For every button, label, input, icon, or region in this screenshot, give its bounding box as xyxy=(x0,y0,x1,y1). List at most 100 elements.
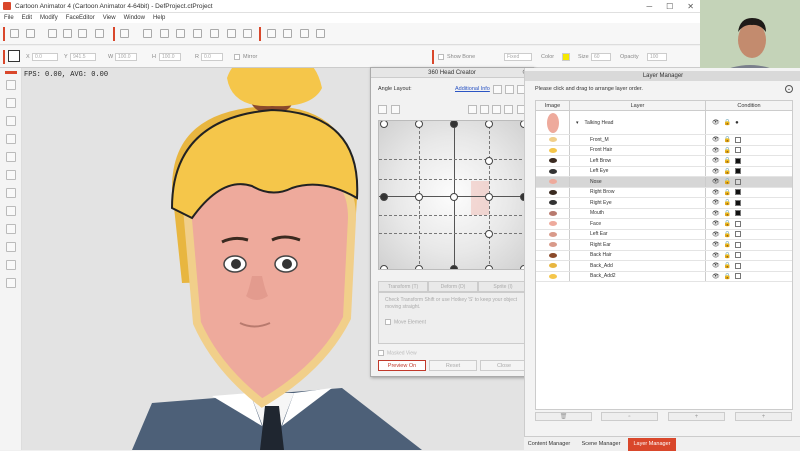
mirror-checkbox[interactable] xyxy=(234,54,240,60)
transform-tool-icon[interactable] xyxy=(6,98,16,108)
options-icon[interactable]: ⌄ xyxy=(785,85,793,93)
visibility-eye-icon[interactable]: 👁 xyxy=(712,168,720,175)
delete-layer-button[interactable]: 🗑 xyxy=(535,412,592,421)
visibility-eye-icon[interactable]: 👁 xyxy=(712,252,720,259)
add-layer-button[interactable]: + xyxy=(668,412,725,421)
brush-tool-icon[interactable] xyxy=(6,134,16,144)
color-swatch[interactable] xyxy=(562,53,570,61)
condition-icon[interactable] xyxy=(735,241,742,248)
layer-row-root[interactable]: ▾ Talking Head 👁 🔒 ● xyxy=(536,111,792,135)
tab-scene-manager[interactable]: Scene Manager xyxy=(576,438,626,451)
condition-icon[interactable] xyxy=(735,147,742,154)
layer-row[interactable]: Front_M 👁 🔒 xyxy=(536,135,792,146)
lock-icon[interactable]: 🔒 xyxy=(724,157,731,164)
condition-icon[interactable] xyxy=(735,210,742,217)
layer-row[interactable]: Right Eye 👁 🔒 xyxy=(536,198,792,209)
angle-point[interactable] xyxy=(485,157,493,165)
group-tool-icon[interactable] xyxy=(6,278,16,288)
visibility-eye-icon[interactable]: 👁 xyxy=(712,136,720,143)
angle-point-left[interactable] xyxy=(380,193,388,201)
tab-transform[interactable]: Transform (T) xyxy=(378,281,428,292)
collapse-icon[interactable] xyxy=(391,105,400,114)
condition-icon[interactable] xyxy=(735,262,742,269)
lock-icon[interactable]: 🔒 xyxy=(724,178,731,185)
menu-help[interactable]: Help xyxy=(153,15,165,21)
opacity-field[interactable]: 100 xyxy=(647,53,667,61)
tab-content-manager[interactable]: Content Manager xyxy=(524,438,574,451)
layer-row[interactable]: Left Eye 👁 🔒 xyxy=(536,166,792,177)
x-field[interactable]: 0.0 xyxy=(32,53,58,61)
angle-grid[interactable] xyxy=(378,120,528,270)
expand-icon[interactable] xyxy=(378,105,387,114)
angle-point[interactable] xyxy=(380,265,388,269)
lock-icon[interactable]: 🔒 xyxy=(724,210,731,217)
zoom-icon[interactable] xyxy=(300,29,309,38)
close-button[interactable]: Close xyxy=(480,360,528,371)
comment-icon[interactable] xyxy=(143,29,152,38)
camera-icon[interactable] xyxy=(160,29,169,38)
layer-row[interactable]: Right Ear 👁 🔒 xyxy=(536,240,792,251)
align-icon[interactable] xyxy=(468,105,477,114)
lock-icon[interactable]: 🔒 xyxy=(724,199,731,206)
angle-point[interactable] xyxy=(415,265,423,269)
redo-icon[interactable] xyxy=(26,29,35,38)
visibility-eye-icon[interactable]: 👁 xyxy=(712,273,720,280)
layer-row[interactable]: Front Hair 👁 🔒 xyxy=(536,145,792,156)
menu-modify[interactable]: Modify xyxy=(40,15,58,21)
close-window-button[interactable]: ✕ xyxy=(687,0,694,13)
condition-icon[interactable] xyxy=(735,168,742,175)
filter-icon[interactable] xyxy=(120,29,129,38)
lock-icon[interactable]: 🔒 xyxy=(724,262,731,269)
tab-deform[interactable]: Deform (D) xyxy=(428,281,478,292)
reset-button[interactable]: Reset xyxy=(429,360,477,371)
link-tool-icon[interactable] xyxy=(6,260,16,270)
layout-option-icon[interactable] xyxy=(505,85,514,94)
tab-layer-manager[interactable]: Layer Manager xyxy=(628,438,676,451)
lock-icon[interactable]: 🔒 xyxy=(724,168,731,175)
move-element-checkbox[interactable] xyxy=(385,319,391,325)
duplicate-layer-button[interactable]: ▫ xyxy=(601,412,658,421)
flip-icon[interactable] xyxy=(504,105,513,114)
maximize-button[interactable]: ☐ xyxy=(666,0,673,13)
link-icon[interactable] xyxy=(95,29,104,38)
layer-row[interactable]: Mouth 👁 🔒 xyxy=(536,208,792,219)
condition-icon[interactable] xyxy=(735,178,742,185)
angle-point-center[interactable] xyxy=(450,193,458,201)
angle-point[interactable] xyxy=(380,121,388,128)
paste-icon[interactable] xyxy=(492,105,501,114)
add-group-button[interactable]: + xyxy=(735,412,792,421)
motion-tool-icon[interactable] xyxy=(6,188,16,198)
condition-icon[interactable] xyxy=(735,273,742,280)
layer-row[interactable]: Left Brow 👁 🔒 xyxy=(536,156,792,167)
angle-point[interactable] xyxy=(485,230,493,238)
visibility-eye-icon[interactable]: 👁 xyxy=(712,119,720,126)
layer-row[interactable]: Right Brow 👁 🔒 xyxy=(536,187,792,198)
face-tool-icon[interactable] xyxy=(6,152,16,162)
play-icon[interactable] xyxy=(243,29,252,38)
lock-icon[interactable]: 🔒 xyxy=(724,147,731,154)
puppet-tool-icon[interactable] xyxy=(6,170,16,180)
pin-icon[interactable] xyxy=(267,29,276,38)
masked-view-row[interactable]: Masked View xyxy=(378,350,417,356)
show-bone-checkbox[interactable] xyxy=(438,54,444,60)
condition-icon[interactable] xyxy=(735,252,742,259)
visibility-eye-icon[interactable]: 👁 xyxy=(712,178,720,185)
mode-select[interactable]: Fixed xyxy=(504,53,532,61)
layer-row[interactable]: Left Ear 👁 🔒 xyxy=(536,229,792,240)
lock-icon[interactable]: 🔒 xyxy=(724,241,731,248)
tab-sprite[interactable]: Sprite (I) xyxy=(478,281,528,292)
menu-faceeditor[interactable]: FaceEditor xyxy=(66,15,95,21)
move-element-row[interactable]: Move Element xyxy=(385,319,521,326)
undo-icon[interactable] xyxy=(10,29,19,38)
home-icon[interactable] xyxy=(316,29,325,38)
r-field[interactable]: 0.0 xyxy=(201,53,223,61)
h-field[interactable]: 100.0 xyxy=(159,53,181,61)
angle-point-up[interactable] xyxy=(450,121,458,128)
visibility-eye-icon[interactable]: 👁 xyxy=(712,231,720,238)
layer-row[interactable]: Back_Add 👁 🔒 xyxy=(536,261,792,272)
masked-view-checkbox[interactable] xyxy=(378,350,384,356)
layer-row[interactable]: Back Hair 👁 🔒 xyxy=(536,250,792,261)
angle-point[interactable] xyxy=(415,193,423,201)
select-tool-icon[interactable] xyxy=(6,80,16,90)
y-field[interactable]: 941.5 xyxy=(70,53,96,61)
